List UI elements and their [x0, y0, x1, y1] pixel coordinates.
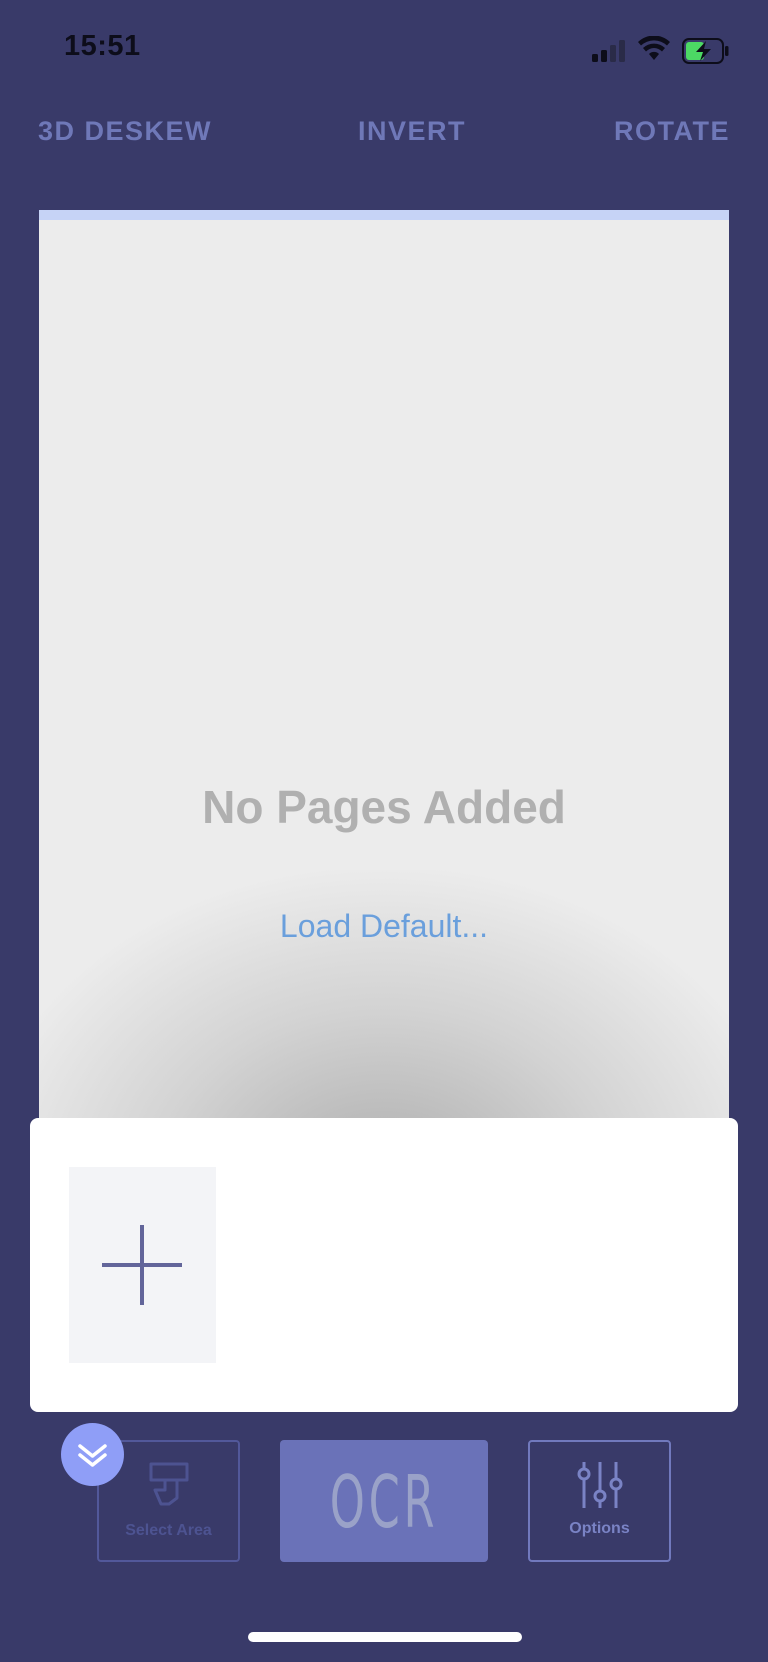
battery-charging-icon — [682, 38, 729, 64]
preview-accent-bar — [39, 210, 729, 220]
select-area-label: Select Area — [125, 1522, 212, 1539]
ocr-button[interactable]: OCR — [280, 1440, 488, 1562]
ocr-label: OCR — [329, 1460, 439, 1544]
home-indicator[interactable] — [248, 1632, 522, 1642]
empty-state-title: No Pages Added — [202, 781, 566, 833]
rotate-button[interactable]: ROTATE — [614, 116, 730, 147]
add-page-button[interactable] — [69, 1167, 216, 1363]
plus-icon — [102, 1225, 182, 1305]
thumbnail-panel — [30, 1118, 738, 1412]
top-toolbar: 3D DESKEW INVERT ROTATE — [0, 116, 768, 156]
status-time: 15:51 — [64, 30, 141, 62]
wifi-icon — [638, 36, 670, 60]
sliders-icon — [577, 1462, 623, 1508]
options-button[interactable]: Options — [528, 1440, 671, 1562]
crop-select-icon — [149, 1462, 189, 1506]
invert-button[interactable]: INVERT — [358, 116, 466, 147]
load-default-link[interactable]: Load Default... — [39, 908, 729, 945]
signal-icon — [592, 40, 625, 62]
collapse-panel-button[interactable] — [61, 1423, 124, 1486]
options-label: Options — [569, 1520, 630, 1537]
status-bar: 15:51 — [0, 0, 768, 100]
status-icons — [592, 36, 732, 66]
double-chevron-down-icon — [78, 1444, 107, 1467]
deskew-button[interactable]: 3D DESKEW — [38, 116, 212, 147]
page-preview: No Pages Added Load Default... — [39, 210, 729, 1120]
